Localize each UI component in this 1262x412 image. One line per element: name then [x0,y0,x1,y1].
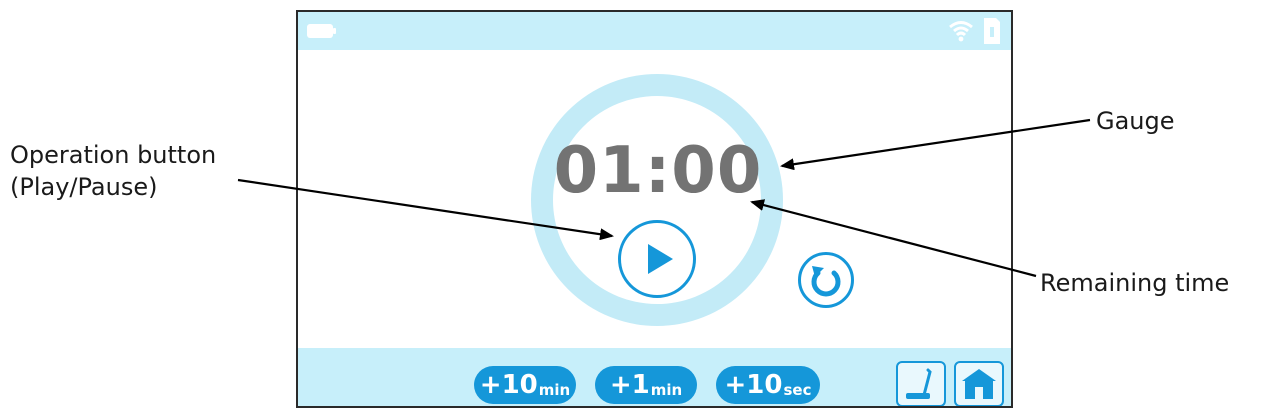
arrow-remaining-time [750,199,1037,278]
arrow-operation-button [237,178,614,241]
arrow-gauge [780,118,1091,171]
callout-arrows [237,118,1091,278]
